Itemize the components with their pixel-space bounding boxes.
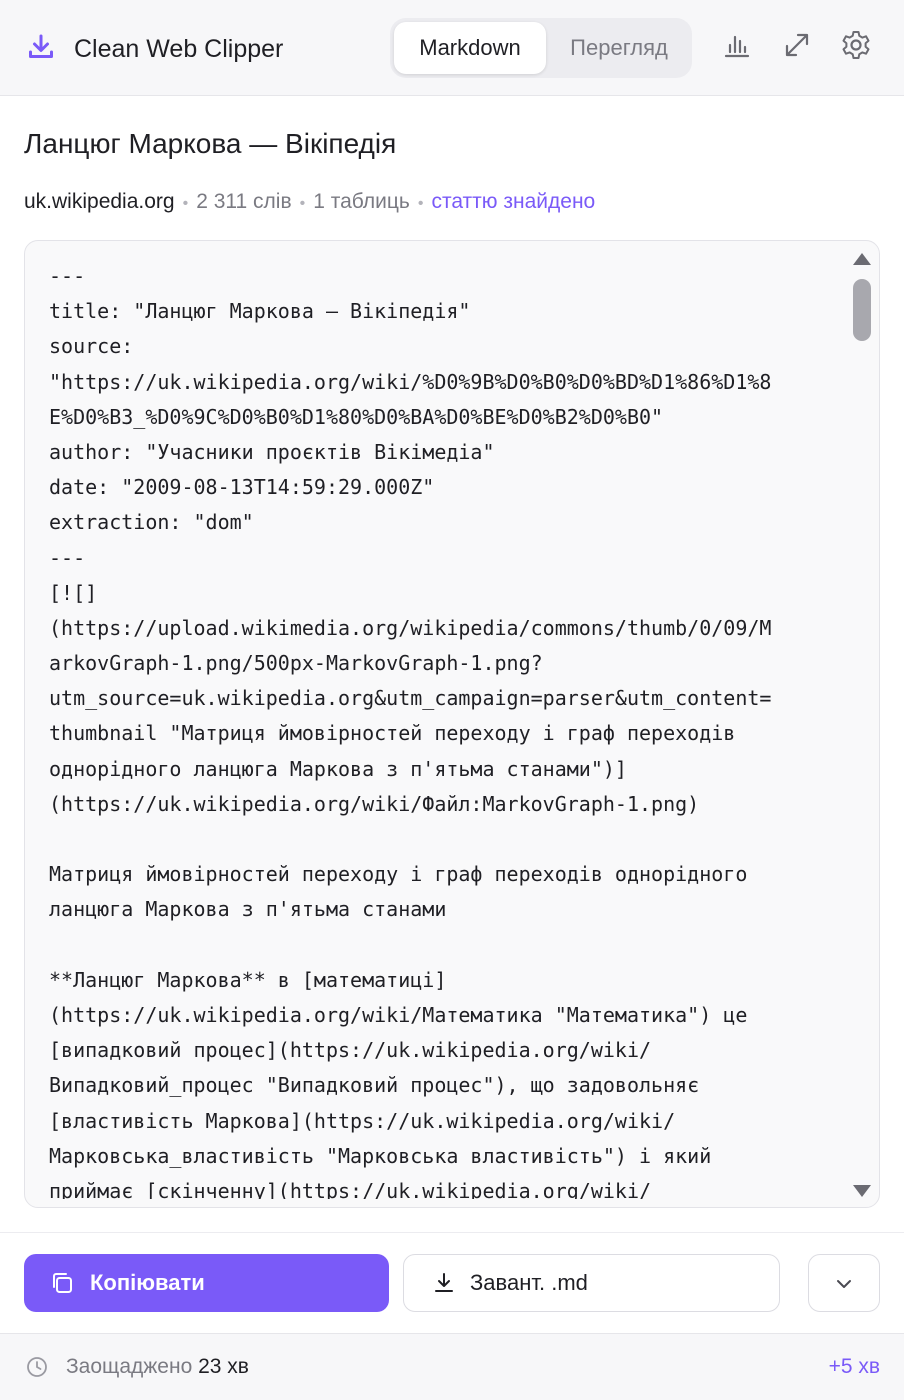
article-domain: uk.wikipedia.org: [24, 190, 175, 213]
time-saved-label: Заощаджено: [66, 1355, 193, 1378]
markdown-line: thumbnail "Матриця ймовірностей переходу…: [49, 721, 736, 746]
status-bar: Заощаджено 23 хв +5 хв: [0, 1333, 904, 1400]
tab-markdown[interactable]: Markdown: [394, 22, 546, 74]
copy-button-label: Копіювати: [90, 1270, 205, 1295]
markdown-line: [випадковий процес](https://uk.wikipedia…: [49, 1038, 652, 1063]
app-title: Clean Web Clipper: [74, 35, 284, 63]
time-saved: Заощаджено 23 хв: [66, 1352, 249, 1382]
time-saved-value: 23 хв: [198, 1355, 249, 1378]
separator-dot: •: [182, 195, 189, 212]
scroll-thumb[interactable]: [853, 279, 871, 341]
word-count: 2 311 слів: [196, 190, 292, 213]
page-title: Ланцюг Маркова — Вікіпедія: [24, 128, 397, 159]
markdown-line: Марковська_властивість "Марковська власт…: [49, 1143, 712, 1168]
gear-icon[interactable]: [839, 28, 873, 62]
download-icon: [435, 1273, 453, 1292]
download-button-label: Завант. .md: [470, 1270, 588, 1295]
markdown-line: date: "2009-08-13T14:59:29.000Z": [49, 475, 435, 500]
markdown-line: source:: [49, 334, 134, 359]
markdown-line: [![]: [49, 580, 98, 605]
more-options-button[interactable]: [808, 1254, 880, 1312]
markdown-line: (https://uk.wikipedia.org/wiki/Файл:Mark…: [49, 791, 700, 816]
article-meta: uk.wikipedia.org • 2 311 слів • 1 таблиць • ст…: [24, 186, 595, 218]
markdown-line: [49, 822, 849, 857]
markdown-line: ---: [49, 264, 86, 288]
markdown-line: ланцюга Маркова з п'ятьма станами: [49, 897, 447, 922]
separator-dot: •: [417, 195, 424, 212]
markdown-line: utm_source=uk.wikipedia.org&utm_campaign…: [49, 686, 772, 711]
clock-icon: [27, 1357, 47, 1377]
markdown-line: однорідного ланцюга Маркова з п'ятьма ст…: [49, 756, 627, 781]
copy-icon: [53, 1273, 72, 1293]
tab-preview[interactable]: Перегляд: [550, 22, 688, 74]
markdown-line: E%D0%B3_%D0%9C%D0%B0%D1%80%D0%BA%D0%BE%D…: [49, 404, 664, 429]
separator-dot: •: [299, 195, 306, 212]
markdown-text[interactable]: --- title: "Ланцюг Маркова — Вікіпедія" so…: [49, 259, 849, 1199]
download-md-button[interactable]: Завант. .md: [403, 1254, 780, 1312]
view-toggle: Markdown Перегляд: [390, 18, 692, 78]
copy-button[interactable]: Копіювати: [24, 1254, 389, 1312]
app-header: Clean Web Clipper Markdown Перегляд: [0, 0, 904, 96]
table-count: 1 таблиць: [313, 190, 410, 213]
scrollbar[interactable]: [851, 247, 873, 1203]
markdown-line: ---: [49, 545, 86, 570]
time-saved-delta: +5 хв: [828, 1355, 880, 1378]
markdown-line: (https://uk.wikipedia.org/wiki/Математик…: [49, 1002, 748, 1027]
expand-icon[interactable]: [780, 28, 814, 62]
markdown-line: [49, 928, 849, 963]
scroll-down-arrow-icon[interactable]: [853, 1185, 871, 1197]
markdown-line: Матриця ймовірностей переходу і граф пер…: [49, 862, 748, 887]
markdown-line: приймає [скінченну](https://uk.wikipedia…: [49, 1178, 652, 1199]
markdown-output[interactable]: --- title: "Ланцюг Маркова — Вікіпедія" so…: [24, 240, 880, 1208]
download-icon: [29, 34, 53, 58]
scroll-up-arrow-icon[interactable]: [853, 253, 871, 265]
chart-icon[interactable]: [720, 28, 754, 62]
chevron-down-icon: [837, 1280, 851, 1288]
action-bar: Копіювати Завант. .md: [0, 1232, 904, 1332]
markdown-line: "https://uk.wikipedia.org/wiki/%D0%9B%D0…: [49, 369, 772, 394]
status-badge: статтю знайдено: [431, 190, 596, 213]
markdown-line: arkovGraph-1.png/500px-MarkovGraph-1.png…: [49, 651, 543, 676]
markdown-line: Випадковий_процес "Випадковий процес"), …: [49, 1073, 700, 1098]
markdown-line: author: "Учасники проєктів Вікімедіа": [49, 439, 495, 464]
markdown-line: **Ланцюг Маркова** в [математиці]: [49, 967, 447, 992]
markdown-line: title: "Ланцюг Маркова — Вікіпедія": [49, 299, 471, 324]
markdown-line: extraction: "dom": [49, 510, 254, 535]
markdown-line: (https://upload.wikimedia.org/wikipedia/…: [49, 615, 772, 640]
markdown-line: [властивість Маркова](https://uk.wikiped…: [49, 1108, 676, 1133]
